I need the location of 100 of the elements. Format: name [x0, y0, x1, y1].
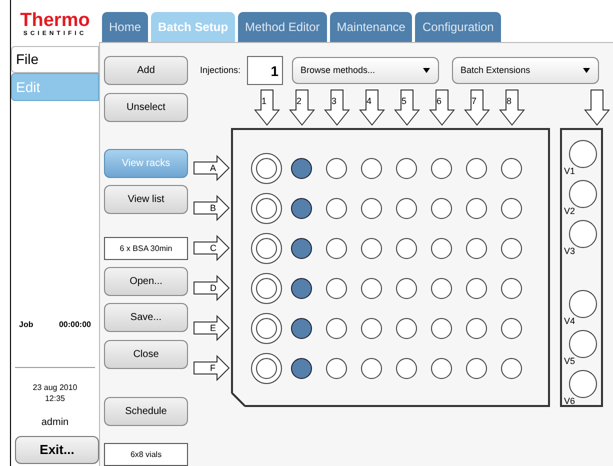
- action-button[interactable]: Open...: [104, 267, 188, 296]
- well[interactable]: [431, 318, 452, 338]
- column-label: 6: [436, 97, 442, 106]
- well[interactable]: [361, 318, 382, 338]
- column-label: 3: [332, 97, 337, 106]
- well[interactable]: [431, 158, 452, 178]
- logo-wordmark: Thermo: [20, 12, 90, 30]
- action-button[interactable]: Save...: [104, 303, 188, 332]
- well[interactable]: [501, 278, 522, 298]
- down-arrow-icon: [254, 89, 280, 126]
- well[interactable]: [396, 278, 417, 298]
- well[interactable]: [501, 238, 522, 258]
- well[interactable]: [466, 278, 487, 298]
- vial[interactable]: [569, 330, 597, 358]
- info-label: 6x8 vials: [104, 443, 188, 466]
- down-arrow-icon: [324, 89, 350, 126]
- well[interactable]: [501, 318, 522, 338]
- well[interactable]: [326, 198, 347, 218]
- action-button[interactable]: Schedule: [104, 397, 188, 426]
- vial[interactable]: [569, 180, 597, 208]
- well[interactable]: [466, 198, 487, 218]
- well[interactable]: [251, 352, 282, 384]
- action-button[interactable]: Add: [104, 56, 188, 85]
- down-arrow-icon: [428, 89, 454, 126]
- well[interactable]: [326, 158, 347, 178]
- action-button[interactable]: Close: [104, 340, 188, 369]
- action-button[interactable]: Unselect: [104, 93, 188, 122]
- action-button[interactable]: View list: [104, 185, 188, 214]
- well[interactable]: [431, 198, 452, 218]
- row-label: F: [210, 364, 216, 373]
- injections-label: Injections:: [200, 64, 241, 77]
- down-arrow-icon: [584, 89, 610, 126]
- well[interactable]: [396, 198, 417, 218]
- well[interactable]: [291, 198, 312, 218]
- well[interactable]: [431, 238, 452, 258]
- dropdown[interactable]: Browse methods...: [292, 57, 439, 84]
- well[interactable]: [326, 358, 347, 378]
- vial[interactable]: [569, 220, 597, 248]
- well[interactable]: [291, 278, 312, 298]
- well[interactable]: [326, 238, 347, 258]
- row-label: B: [210, 204, 216, 213]
- exit-button[interactable]: Exit...: [15, 436, 99, 464]
- well[interactable]: [431, 278, 452, 298]
- well[interactable]: [291, 238, 312, 258]
- injections-field[interactable]: 1: [246, 56, 283, 85]
- well[interactable]: [396, 238, 417, 258]
- well[interactable]: [396, 358, 417, 378]
- user-name: admin: [40, 416, 70, 430]
- down-arrow-icon: [464, 89, 490, 126]
- well[interactable]: [466, 158, 487, 178]
- well[interactable]: [291, 358, 312, 378]
- well[interactable]: [251, 152, 282, 184]
- well[interactable]: [251, 232, 282, 264]
- vial-label: V5: [564, 356, 576, 366]
- well[interactable]: [251, 272, 282, 304]
- time-text: 12:35: [44, 393, 66, 404]
- well[interactable]: [501, 358, 522, 378]
- well[interactable]: [291, 158, 312, 178]
- well[interactable]: [326, 278, 347, 298]
- vial-label: V4: [564, 316, 576, 326]
- well[interactable]: [361, 238, 382, 258]
- well[interactable]: [466, 318, 487, 338]
- row-label: A: [210, 164, 216, 173]
- vial-label: V3: [564, 246, 576, 256]
- well[interactable]: [361, 158, 382, 178]
- column-label: 5: [402, 97, 407, 106]
- well[interactable]: [291, 318, 312, 338]
- well[interactable]: [361, 198, 382, 218]
- well[interactable]: [251, 192, 282, 224]
- row-label: E: [210, 324, 216, 333]
- column-label: 7: [472, 97, 477, 106]
- vial[interactable]: [569, 290, 597, 318]
- vial-label: V2: [564, 206, 576, 216]
- well[interactable]: [361, 278, 382, 298]
- dropdown[interactable]: Batch Extensions: [452, 57, 599, 84]
- row-label: D: [210, 284, 216, 293]
- vial[interactable]: [569, 370, 597, 398]
- well[interactable]: [466, 358, 487, 378]
- down-arrow-icon: [358, 89, 384, 126]
- job-label: Job: [19, 319, 34, 331]
- date-text: 23 aug 2010: [32, 382, 78, 393]
- row-label: C: [210, 244, 216, 253]
- column-label: 8: [506, 97, 512, 106]
- well[interactable]: [361, 358, 382, 378]
- column-label: 4: [366, 97, 372, 106]
- info-label: 6 x BSA 30min: [104, 237, 188, 260]
- job-time: 00:00:00: [58, 319, 91, 331]
- well[interactable]: [326, 318, 347, 338]
- vial[interactable]: [569, 140, 597, 168]
- side-menu-item[interactable]: File: [11, 46, 99, 73]
- down-arrow-icon: [498, 89, 524, 126]
- vial-label: V6: [564, 396, 576, 406]
- column-label: 1: [262, 97, 267, 106]
- well[interactable]: [501, 158, 522, 178]
- well[interactable]: [501, 198, 522, 218]
- well[interactable]: [396, 158, 417, 178]
- well[interactable]: [466, 238, 487, 258]
- well[interactable]: [396, 318, 417, 338]
- well[interactable]: [251, 312, 282, 344]
- well[interactable]: [431, 358, 452, 378]
